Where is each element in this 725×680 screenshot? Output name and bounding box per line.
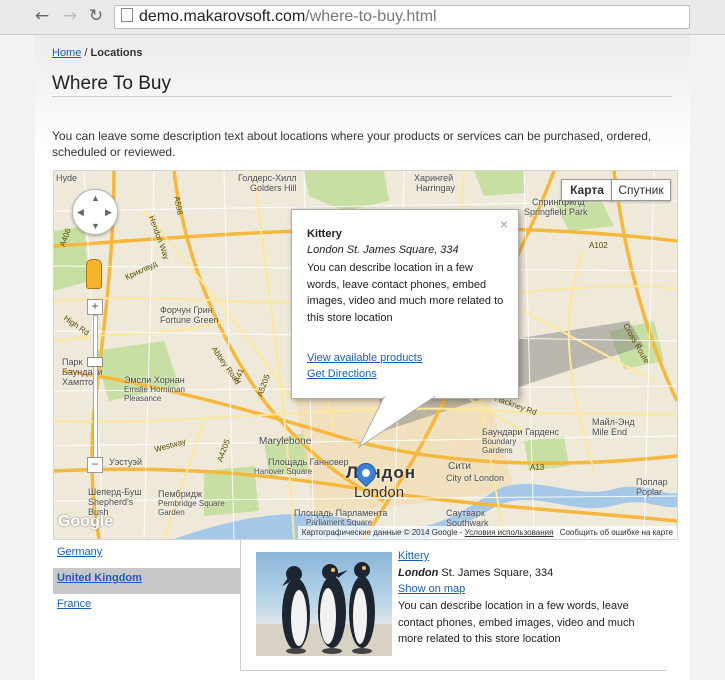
- map-type-satellite-button[interactable]: Спутник: [611, 179, 671, 201]
- store-map[interactable]: Hyde Голдерс-Хилл Golders Hill Харингей …: [53, 170, 678, 540]
- info-window-address: London St. James Square, 334: [307, 244, 459, 256]
- map-city-label-en: London: [354, 484, 405, 501]
- map-label: Poplar: [636, 487, 663, 497]
- map-label: Harringay: [416, 183, 456, 193]
- map-info-window: × Kittery London St. James Square, 334 Y…: [291, 209, 519, 399]
- show-on-map-link[interactable]: Show on map: [398, 583, 465, 595]
- map-label: Голдерс-Хилл: [238, 173, 297, 183]
- close-icon[interactable]: ×: [500, 216, 508, 232]
- map-type-map-button[interactable]: Карта: [561, 179, 613, 201]
- map-label: Springfield Park: [524, 207, 588, 217]
- road-label: A13: [530, 463, 545, 472]
- page-description: You can leave some description text abou…: [52, 129, 652, 159]
- pan-down-icon[interactable]: ▼: [91, 222, 100, 231]
- url-host: demo.makarovsoft.com: [139, 8, 306, 25]
- pan-right-icon[interactable]: ▶: [105, 208, 112, 217]
- forward-arrow-icon[interactable]: →: [60, 6, 80, 26]
- penguins-image: [256, 562, 392, 656]
- map-label: Парк: [62, 357, 83, 367]
- store-detail-panel: Kittery London St. James Square, 334 Sho…: [240, 540, 666, 671]
- map-label: Харингей: [414, 173, 454, 183]
- map-attribution-text: Картографические данные © 2014 Google: [301, 528, 458, 537]
- map-label: Golders Hill: [250, 183, 297, 193]
- map-label: Площадь Ганновер: [268, 457, 349, 467]
- map-label: Баундари Гарденс: [482, 427, 559, 437]
- breadcrumb-home-link[interactable]: Home: [52, 47, 81, 59]
- map-label: Поплар: [636, 477, 668, 487]
- get-directions-link[interactable]: Get Directions: [307, 368, 377, 380]
- map-label: Площадь Парламента: [294, 508, 388, 518]
- reload-icon[interactable]: ↻: [86, 6, 106, 26]
- map-label: Marylebone: [259, 436, 312, 447]
- map-label: Форчун Грин: [160, 305, 213, 315]
- url-path: /where-to-buy.html: [305, 8, 437, 25]
- country-list: Germany United Kingdom France: [53, 542, 240, 620]
- map-label: Mile End: [592, 427, 628, 437]
- map-label: Шеперд-Буш: [88, 487, 142, 497]
- map-pan-control[interactable]: ▲ ▼ ◀ ▶: [72, 189, 118, 235]
- pan-up-icon[interactable]: ▲: [91, 194, 100, 203]
- map-label: Pembridge Square Garden: [158, 499, 225, 517]
- country-item-france[interactable]: France: [53, 594, 240, 620]
- country-item-united-kingdom[interactable]: United Kingdom: [53, 568, 240, 594]
- store-photo: [256, 552, 392, 656]
- road-label: A102: [589, 241, 608, 250]
- page-title: Where To Buy: [52, 73, 171, 94]
- pan-left-icon[interactable]: ◀: [77, 208, 84, 217]
- map-marker-dot: [360, 467, 372, 479]
- map-label: Hyde: [56, 173, 78, 183]
- view-products-link[interactable]: View available products: [307, 352, 422, 364]
- map-label: Hanover Square: [254, 467, 313, 476]
- map-report-link[interactable]: Сообщить об ошибке на карте: [560, 528, 673, 537]
- map-label: Саутварк: [446, 508, 485, 518]
- store-description: You can describe location in a few words…: [398, 600, 635, 645]
- map-label: Уэстуэй: [109, 457, 143, 467]
- page-icon: [121, 8, 133, 22]
- google-logo: Google: [58, 513, 114, 530]
- store-city: London: [398, 567, 439, 579]
- map-label: Fortune Green: [160, 315, 219, 325]
- zoom-slider-track[interactable]: [93, 315, 98, 463]
- map-label: Пембридж: [158, 489, 203, 499]
- country-item-germany[interactable]: Germany: [53, 542, 240, 568]
- store-name-link[interactable]: Kittery: [398, 550, 429, 562]
- breadcrumb-current: Locations: [90, 47, 143, 59]
- breadcrumb: Home / Locations: [52, 47, 142, 59]
- back-arrow-icon[interactable]: ←: [32, 6, 52, 26]
- map-label: Эмсли Хорнан: [124, 375, 185, 385]
- info-window-title: Kittery: [307, 228, 342, 240]
- store-address: London St. James Square, 334: [398, 567, 553, 579]
- title-divider: [52, 96, 672, 97]
- street-view-pegman-icon[interactable]: [86, 259, 102, 289]
- breadcrumb-separator: /: [81, 47, 91, 59]
- map-label: Boundary Gardens: [482, 437, 517, 455]
- map-attribution: Картографические данные © 2014 Google - …: [297, 526, 677, 539]
- address-bar[interactable]: demo.makarovsoft.com/where-to-buy.html: [114, 5, 690, 29]
- zoom-out-button[interactable]: −: [87, 457, 103, 473]
- browser-toolbar: ← → ↻ demo.makarovsoft.com/where-to-buy.…: [0, 0, 725, 35]
- map-label: Майл-Энд: [592, 417, 635, 427]
- info-window-description: You can describe location in a few words…: [307, 262, 504, 324]
- zoom-slider-thumb[interactable]: [87, 357, 103, 367]
- store-street: St. James Square, 334: [441, 567, 554, 579]
- map-terms-link[interactable]: Условия использования: [465, 528, 554, 537]
- zoom-in-button[interactable]: +: [87, 299, 103, 315]
- map-label: Emslie Horniman Pleasance: [124, 385, 185, 403]
- map-label: City of London: [446, 473, 505, 483]
- map-label: Сити: [448, 461, 471, 472]
